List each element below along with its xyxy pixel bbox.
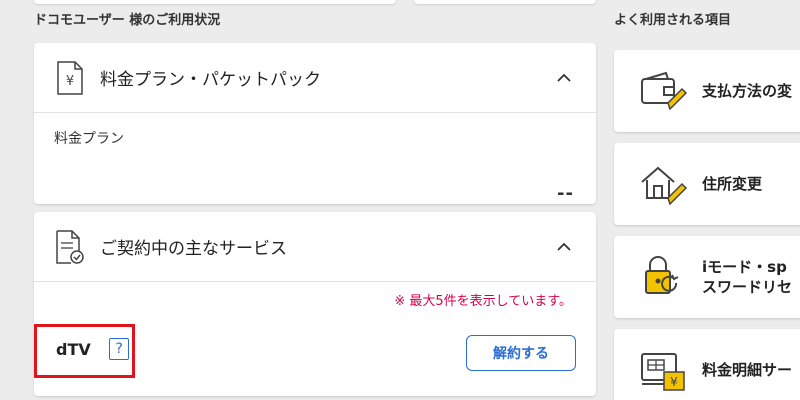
- frequent-item-payment[interactable]: 支払方法の変: [614, 50, 800, 132]
- chevron-up-icon[interactable]: [554, 68, 574, 88]
- wallet-pencil-icon: [636, 64, 690, 118]
- previous-card-bottom: [34, 0, 396, 4]
- frequent-item-address[interactable]: 住所変更: [614, 143, 800, 225]
- plan-card: ¥ 料金プラン・パケットパック 料金プラン --: [34, 43, 596, 204]
- frequent-item-label: iモード・sp スワードリセ: [702, 257, 792, 298]
- svg-text:¥: ¥: [670, 375, 678, 389]
- frequent-item-label: 料金明細サー: [702, 360, 793, 379]
- frequent-item-statement[interactable]: ¥ 料金明細サー: [614, 329, 800, 400]
- plan-value: --: [557, 183, 574, 204]
- plan-card-header[interactable]: ¥ 料金プラン・パケットパック: [34, 43, 596, 113]
- frequent-item-label-line2: スワードリセ: [702, 278, 793, 296]
- services-card-header[interactable]: ご契約中の主なサービス: [34, 212, 596, 282]
- frequent-item-password-reset[interactable]: iモード・sp スワードリセ: [614, 236, 800, 318]
- display-limit-note: ※ 最大5件を表示しています。: [394, 294, 572, 309]
- frequent-item-label: 支払方法の変: [702, 81, 793, 100]
- plan-label: 料金プラン: [54, 131, 124, 147]
- frequent-section-title: よく利用される項目: [614, 13, 732, 28]
- frequent-item-label: 住所変更: [702, 174, 763, 193]
- cancel-contract-button[interactable]: 解約する: [466, 335, 576, 371]
- chevron-up-icon[interactable]: [554, 237, 574, 257]
- bill-document-icon: ¥: [52, 58, 88, 98]
- frequent-item-label-line1: iモード・sp: [702, 257, 787, 276]
- contract-document-icon: [52, 227, 88, 267]
- previous-card-bottom-2: [414, 0, 596, 4]
- svg-text:¥: ¥: [66, 74, 74, 89]
- services-card-title: ご契約中の主なサービス: [100, 239, 287, 259]
- house-pencil-icon: [636, 157, 690, 211]
- statement-yen-icon: ¥: [636, 343, 690, 397]
- lock-reset-icon: [636, 250, 690, 304]
- plan-card-title: 料金プラン・パケットパック: [100, 70, 321, 90]
- highlight-box: [34, 324, 135, 378]
- usage-section-title: ドコモユーザー 様のご利用状況: [34, 13, 221, 28]
